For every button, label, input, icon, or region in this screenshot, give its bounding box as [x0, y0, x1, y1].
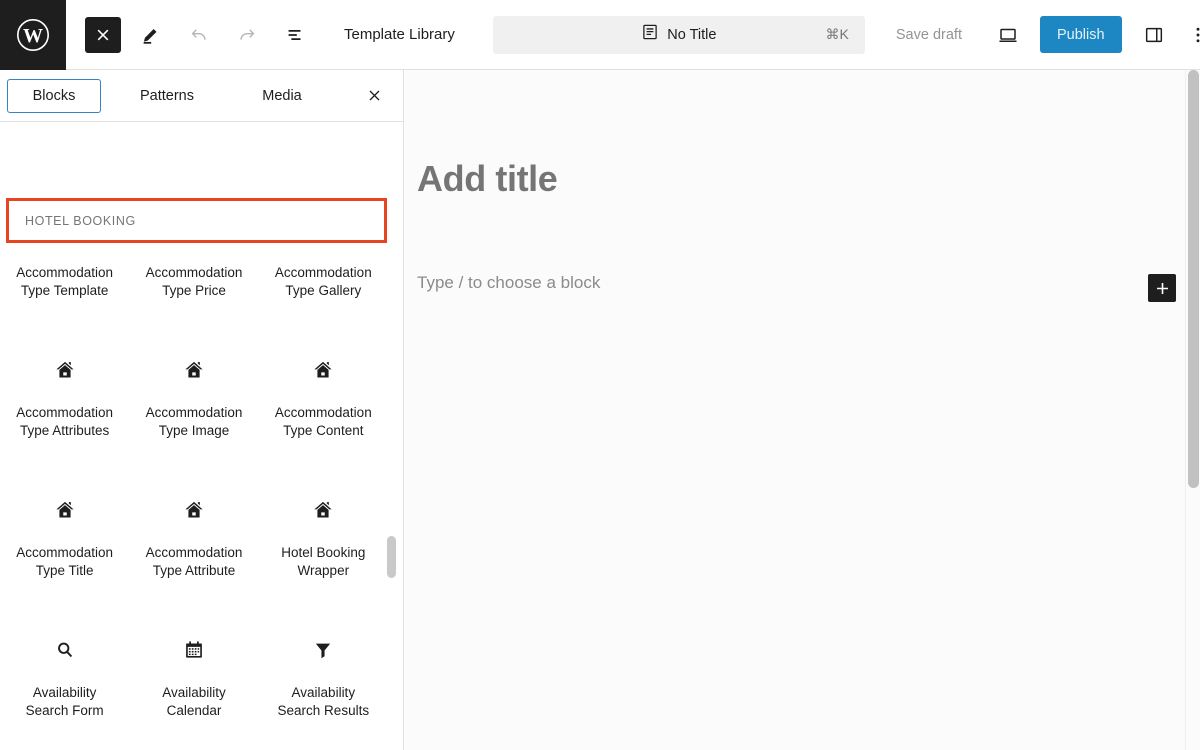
tab-blocks[interactable]: Blocks — [7, 79, 101, 113]
wordpress-block-editor: W — [0, 0, 1200, 750]
options-menu-icon[interactable] — [1180, 17, 1200, 53]
editor-content: Add title Type / to choose a block — [405, 70, 1200, 750]
block-label: Accommodation Type Attribute — [142, 544, 246, 579]
post-title-input[interactable]: Add title — [417, 158, 557, 200]
paragraph-block-placeholder[interactable]: Type / to choose a block — [417, 273, 600, 293]
house-icon — [311, 498, 335, 522]
block-label: Accommodation Type Template — [13, 264, 117, 299]
editor-mode-title: Template Library — [344, 26, 455, 43]
page-icon — [641, 23, 659, 46]
block-item[interactable]: Availability Search Results — [259, 616, 388, 750]
add-block-button[interactable] — [1148, 274, 1176, 302]
house-icon — [182, 358, 206, 382]
house-icon — [53, 498, 77, 522]
close-icon[interactable] — [357, 79, 391, 113]
block-label: Availability Search Form — [13, 684, 117, 719]
wordpress-logo-icon[interactable]: W — [0, 0, 66, 70]
block-item[interactable]: Accommodation Type Attributes — [0, 336, 129, 476]
tab-patterns[interactable]: Patterns — [113, 79, 221, 113]
publish-button[interactable]: Publish — [1040, 16, 1122, 53]
house-icon — [53, 358, 77, 382]
editor-toolbar: W — [0, 0, 1200, 70]
house-icon — [311, 358, 335, 382]
block-item[interactable]: Availability Calendar — [129, 616, 258, 750]
search-icon — [53, 638, 77, 662]
block-item[interactable]: Accommodation Type Attribute — [129, 476, 258, 616]
block-item[interactable]: Accommodation Type Content — [259, 336, 388, 476]
calendar-icon — [182, 638, 206, 662]
block-item[interactable]: Availability Search Form — [0, 616, 129, 750]
close-inserter-button[interactable] — [85, 17, 121, 53]
block-item[interactable]: Hotel Booking Wrapper — [259, 476, 388, 616]
inserter-scrollbar-thumb[interactable] — [387, 536, 396, 578]
document-bar-center: No Title — [493, 23, 865, 46]
edit-pencil-icon[interactable] — [133, 17, 169, 53]
block-inserter-panel: Blocks Patterns Media — [0, 70, 404, 750]
block-label: Accommodation Type Gallery — [271, 264, 375, 299]
redo-icon[interactable] — [229, 17, 265, 53]
block-item[interactable]: Accommodation Type Image — [129, 336, 258, 476]
document-title: No Title — [667, 27, 716, 43]
category-label: Hotel Booking — [9, 214, 136, 228]
funnel-icon — [311, 638, 335, 662]
tab-media[interactable]: Media — [235, 79, 329, 113]
document-outline-icon[interactable] — [277, 17, 313, 53]
undo-icon[interactable] — [181, 17, 217, 53]
editor-scrollbar-thumb[interactable] — [1188, 70, 1199, 488]
block-label: Accommodation Type Image — [142, 404, 246, 439]
editor-canvas: Add title Type / to choose a block — [405, 70, 1200, 750]
block-label: Availability Calendar — [142, 684, 246, 719]
block-label: Accommodation Type Price — [142, 264, 246, 299]
save-draft-button[interactable]: Save draft — [888, 21, 970, 49]
block-label: Accommodation Type Content — [271, 404, 375, 439]
inserter-scrollbar[interactable] — [387, 123, 396, 750]
toolbar-left-group — [66, 17, 325, 53]
svg-text:W: W — [23, 25, 43, 47]
house-icon — [182, 498, 206, 522]
document-bar[interactable]: No Title ⌘K — [493, 16, 865, 54]
command-shortcut: ⌘K — [826, 26, 849, 43]
block-label: Hotel Booking Wrapper — [271, 544, 375, 579]
inserter-tab-list: Blocks Patterns Media — [0, 70, 403, 122]
editor-scrollbar[interactable] — [1185, 70, 1200, 750]
toolbar-right-group: Save draft Publish — [888, 16, 1200, 53]
blocks-grid: Accommodation Type Template Accommodatio… — [0, 196, 388, 750]
hotel-booking-category-highlight: Hotel Booking — [6, 198, 387, 243]
block-label: Accommodation Type Title — [13, 544, 117, 579]
block-label: Availability Search Results — [271, 684, 375, 719]
block-label: Accommodation Type Attributes — [13, 404, 117, 439]
preview-desktop-icon[interactable] — [990, 17, 1026, 53]
settings-sidebar-icon[interactable] — [1136, 17, 1172, 53]
block-item[interactable]: Accommodation Type Title — [0, 476, 129, 616]
